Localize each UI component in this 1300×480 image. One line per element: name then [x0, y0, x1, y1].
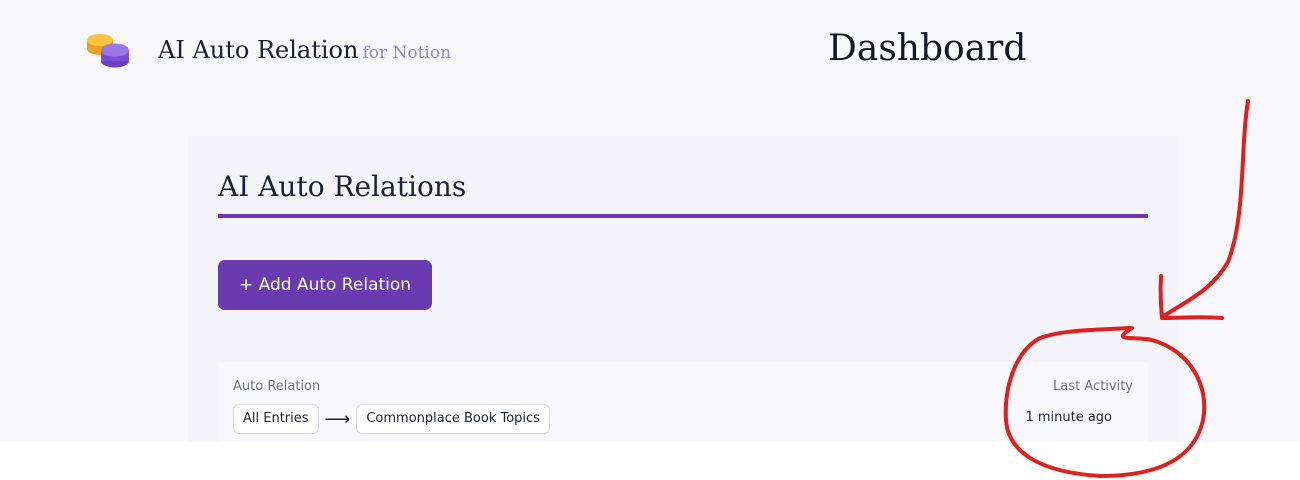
column-header-last-activity: Last Activity	[1053, 379, 1133, 394]
section-title: AI Auto Relations	[218, 170, 467, 203]
auto-relations-card: AI Auto Relations + Add Auto Relation Au…	[188, 136, 1178, 442]
brand-name: AI Auto Relation	[158, 36, 359, 64]
last-activity-value: 1 minute ago	[1025, 410, 1112, 425]
table-row[interactable]: All Entries ⟶ Commonplace Book Topics	[233, 404, 550, 434]
add-auto-relation-button[interactable]: + Add Auto Relation	[218, 260, 432, 310]
section-divider	[218, 214, 1148, 218]
header: AI Auto Relation for Notion Dashboard	[0, 0, 1300, 100]
target-database-chip[interactable]: Commonplace Book Topics	[356, 404, 550, 434]
right-arrow-icon: ⟶	[324, 408, 351, 430]
relations-table: Auto Relation Last Activity All Entries …	[218, 362, 1148, 442]
brand-title[interactable]: AI Auto Relation for Notion	[158, 36, 451, 64]
column-header-auto-relation: Auto Relation	[233, 379, 321, 394]
source-database-chip[interactable]: All Entries	[233, 404, 319, 434]
page-title: Dashboard	[828, 28, 1027, 69]
coins-logo-icon[interactable]	[84, 31, 132, 73]
brand-suffix: for Notion	[362, 43, 452, 63]
